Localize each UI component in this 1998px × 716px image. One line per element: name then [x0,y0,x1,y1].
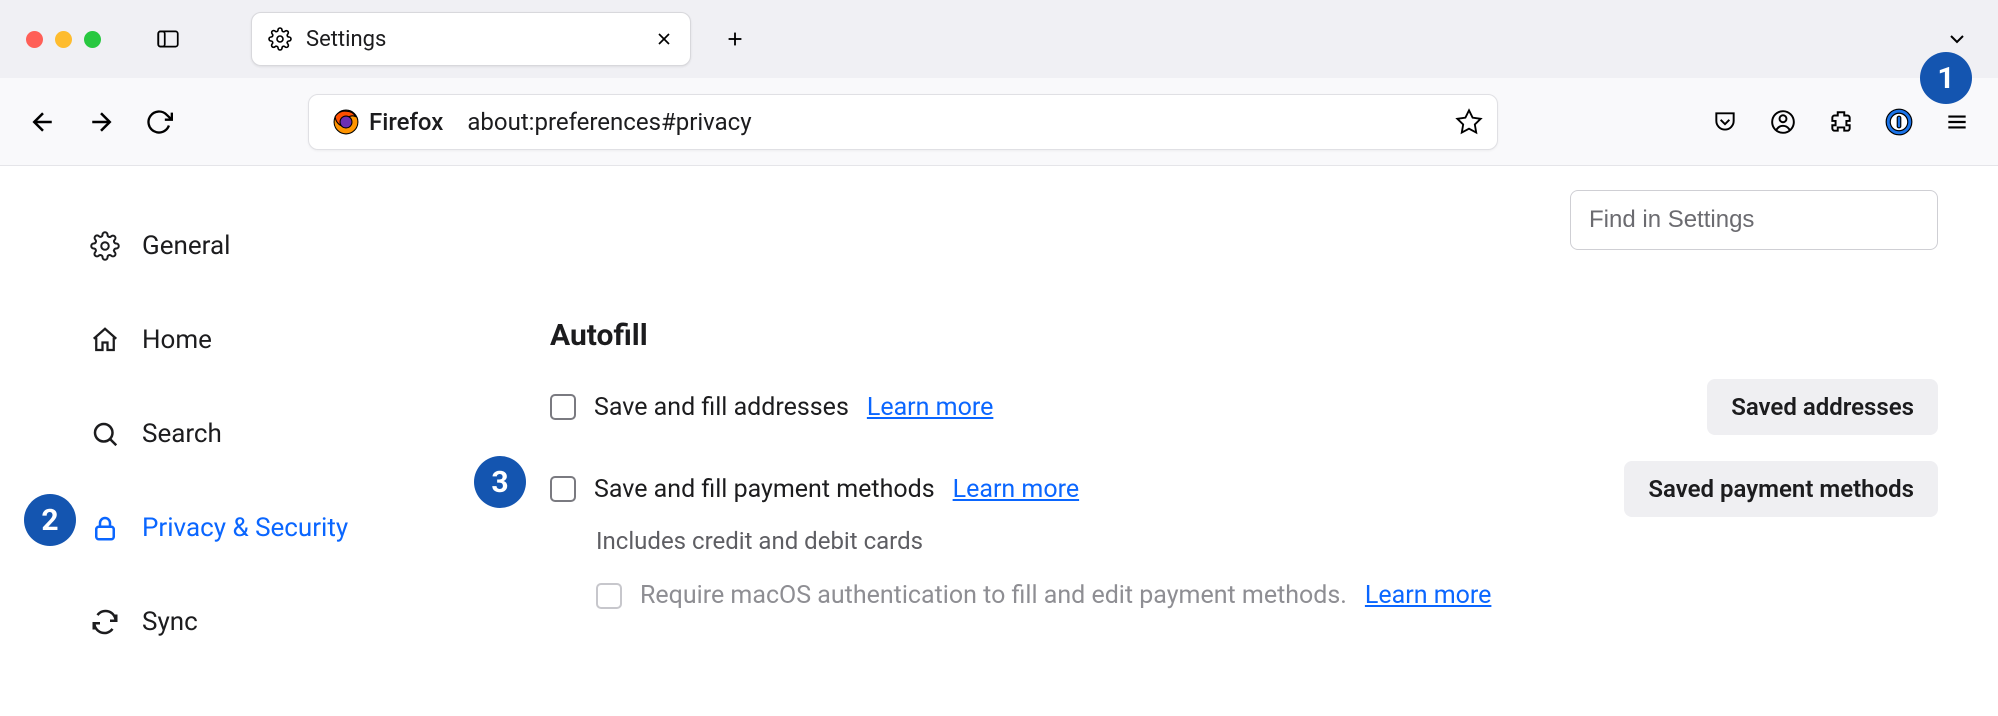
browser-toolbar: Firefox about:preferences#privacy [0,78,1998,166]
nav-item-label: General [142,231,230,261]
checkbox-require-auth [596,583,622,609]
saved-payments-button[interactable]: Saved payment methods [1624,461,1938,517]
callout-badge-3: 3 [474,456,526,508]
onepassword-button[interactable] [1882,105,1916,139]
gear-icon [90,231,120,261]
sync-icon [90,607,120,637]
nav-item-label: Search [142,419,222,449]
pocket-button[interactable] [1708,105,1742,139]
label-require-auth: Require macOS authentication to fill and… [640,581,1347,610]
tab-title: Settings [306,27,640,52]
reload-button[interactable] [140,103,178,141]
label-save-payments: Save and fill payment methods [594,475,935,504]
identity-chip[interactable]: Firefox [323,104,453,140]
settings-content: Autofill Save and fill addresses Learn m… [430,166,1998,716]
account-button[interactable] [1766,105,1800,139]
lock-icon [90,513,120,543]
nav-item-home[interactable]: Home [90,304,430,376]
find-in-settings-wrap [1570,190,1938,250]
window-controls [26,31,101,48]
settings-page: General Home Search Privacy & Security S… [0,166,1998,716]
payments-note: Includes credit and debit cards [596,527,1938,555]
nav-item-label: Home [142,325,212,355]
pref-row-require-auth: Require macOS authentication to fill and… [596,581,1938,610]
close-tab-icon[interactable] [654,29,674,49]
pref-row-payments: Save and fill payment methods Learn more… [550,461,1938,517]
browser-tab-settings[interactable]: Settings [251,12,691,66]
zoom-window-button[interactable] [84,31,101,48]
autofill-heading: Autofill [550,318,1938,353]
nav-item-general[interactable]: General [90,210,430,282]
window-titlebar: Settings [0,0,1998,78]
minimize-window-button[interactable] [55,31,72,48]
bookmark-star-icon[interactable] [1455,108,1483,136]
nav-item-sync[interactable]: Sync [90,586,430,658]
home-icon [90,325,120,355]
forward-button[interactable] [82,103,120,141]
identity-label: Firefox [369,108,443,136]
new-tab-button[interactable] [717,21,753,57]
callout-badge-2: 2 [24,494,76,546]
sidebar-toggle-button[interactable] [151,22,185,56]
toolbar-right-group [1708,105,1974,139]
callout-badge-1: 1 [1920,52,1972,104]
nav-item-label: Privacy & Security [142,513,348,543]
find-in-settings-input[interactable] [1570,190,1938,250]
settings-nav: General Home Search Privacy & Security S… [0,166,430,716]
learn-more-require-auth-link[interactable]: Learn more [1365,581,1491,610]
app-menu-button[interactable] [1940,105,1974,139]
saved-addresses-button[interactable]: Saved addresses [1707,379,1938,435]
nav-item-privacy[interactable]: Privacy & Security [90,492,430,564]
checkbox-save-payments[interactable] [550,476,576,502]
search-icon [90,419,120,449]
address-bar[interactable]: Firefox about:preferences#privacy [308,94,1498,150]
nav-item-search[interactable]: Search [90,398,430,470]
tabs-dropdown-button[interactable] [1940,22,1974,56]
close-window-button[interactable] [26,31,43,48]
label-save-addresses: Save and fill addresses [594,393,849,422]
gear-icon [268,27,292,51]
back-button[interactable] [24,103,62,141]
pref-row-addresses: Save and fill addresses Learn more Saved… [550,379,1938,435]
firefox-icon [333,109,359,135]
learn-more-addresses-link[interactable]: Learn more [867,393,993,422]
nav-item-label: Sync [142,607,198,637]
url-text: about:preferences#privacy [467,108,1441,136]
checkbox-save-addresses[interactable] [550,394,576,420]
extensions-button[interactable] [1824,105,1858,139]
learn-more-payments-link[interactable]: Learn more [953,475,1079,504]
